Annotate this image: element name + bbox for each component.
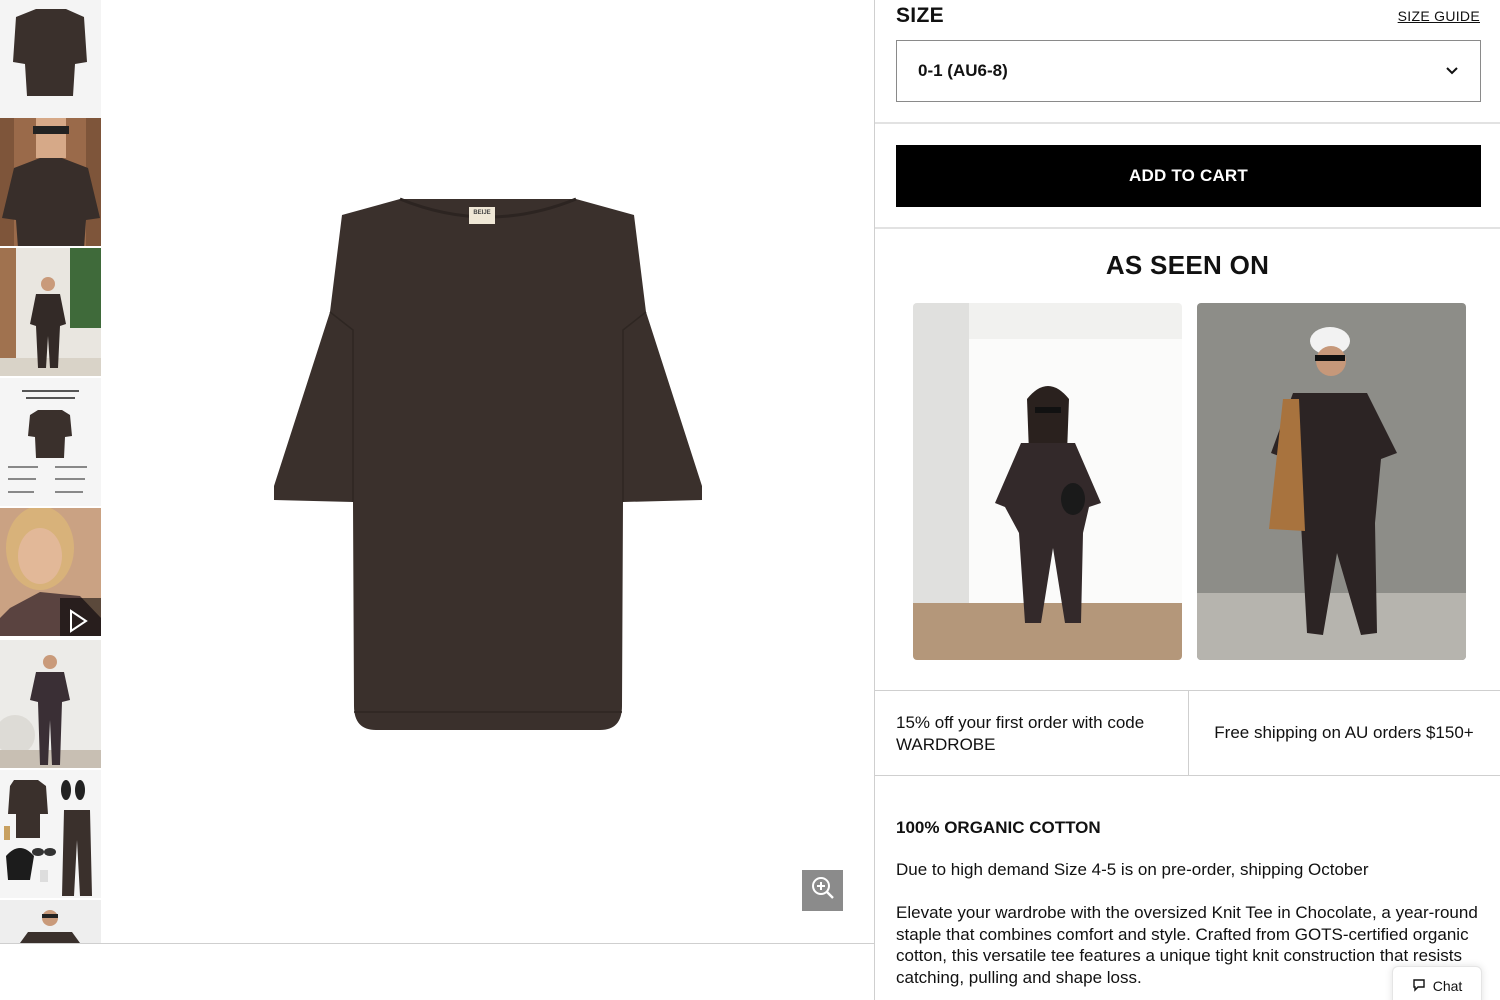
play-icon[interactable]	[64, 608, 90, 636]
size-select[interactable]: 0-1 (AU6-8)	[896, 40, 1481, 102]
divider	[875, 227, 1500, 229]
chevron-down-icon	[1444, 63, 1460, 84]
zoom-button[interactable]	[802, 870, 843, 911]
description-heading: 100% ORGANIC COTTON	[896, 818, 1101, 837]
promo-shipping-label: Free shipping on AU orders $150+	[1214, 723, 1474, 742]
thumb-model-studio[interactable]	[0, 640, 101, 768]
size-guide-link[interactable]: SIZE GUIDE	[1398, 8, 1480, 24]
chat-bubble-icon	[1412, 978, 1426, 995]
thumbnail-list[interactable]	[0, 0, 102, 943]
promo-shipping-text: Free shipping on AU orders $150+	[1188, 691, 1500, 775]
divider	[875, 122, 1500, 124]
add-to-cart-button[interactable]: ADD TO CART	[896, 145, 1481, 207]
size-heading: SIZE	[896, 4, 944, 27]
thumb-video[interactable]	[0, 508, 101, 636]
thumb-flatlay[interactable]	[0, 770, 101, 898]
as-seen-on-title: AS SEEN ON	[1105, 250, 1270, 280]
seen-on-image-2[interactable]	[1197, 303, 1466, 660]
product-tee-image	[274, 197, 702, 730]
thumb-info-card[interactable]	[0, 378, 101, 506]
chat-label: Chat	[1432, 978, 1463, 994]
preorder-notice: Due to high demand Size 4-5 is on pre-or…	[896, 860, 1369, 879]
chat-button[interactable]: Chat	[1392, 966, 1482, 1000]
promo-discount-text: 15% off your first order with code WARDR…	[896, 713, 1145, 754]
zoom-in-icon	[811, 876, 835, 905]
promo-banner: 15% off your first order with code WARDR…	[875, 690, 1500, 776]
brand-label: BEIJE	[473, 210, 491, 216]
thumb-model-closeup[interactable]	[0, 118, 101, 246]
thumb-product-front[interactable]	[0, 0, 101, 128]
product-page: BEIJE SIZE SIZE GUIDE 0-1 (AU6-8) ADD TO…	[0, 0, 1500, 1000]
main-product-image[interactable]: BEIJE	[102, 0, 874, 943]
thumb-model-partial[interactable]	[0, 900, 101, 943]
panel-divider	[874, 0, 875, 1000]
gallery-divider	[0, 943, 874, 944]
thumb-model-outdoor[interactable]	[0, 248, 101, 376]
seen-on-image-1[interactable]	[913, 303, 1182, 660]
size-selected-value: 0-1 (AU6-8)	[918, 61, 1008, 80]
